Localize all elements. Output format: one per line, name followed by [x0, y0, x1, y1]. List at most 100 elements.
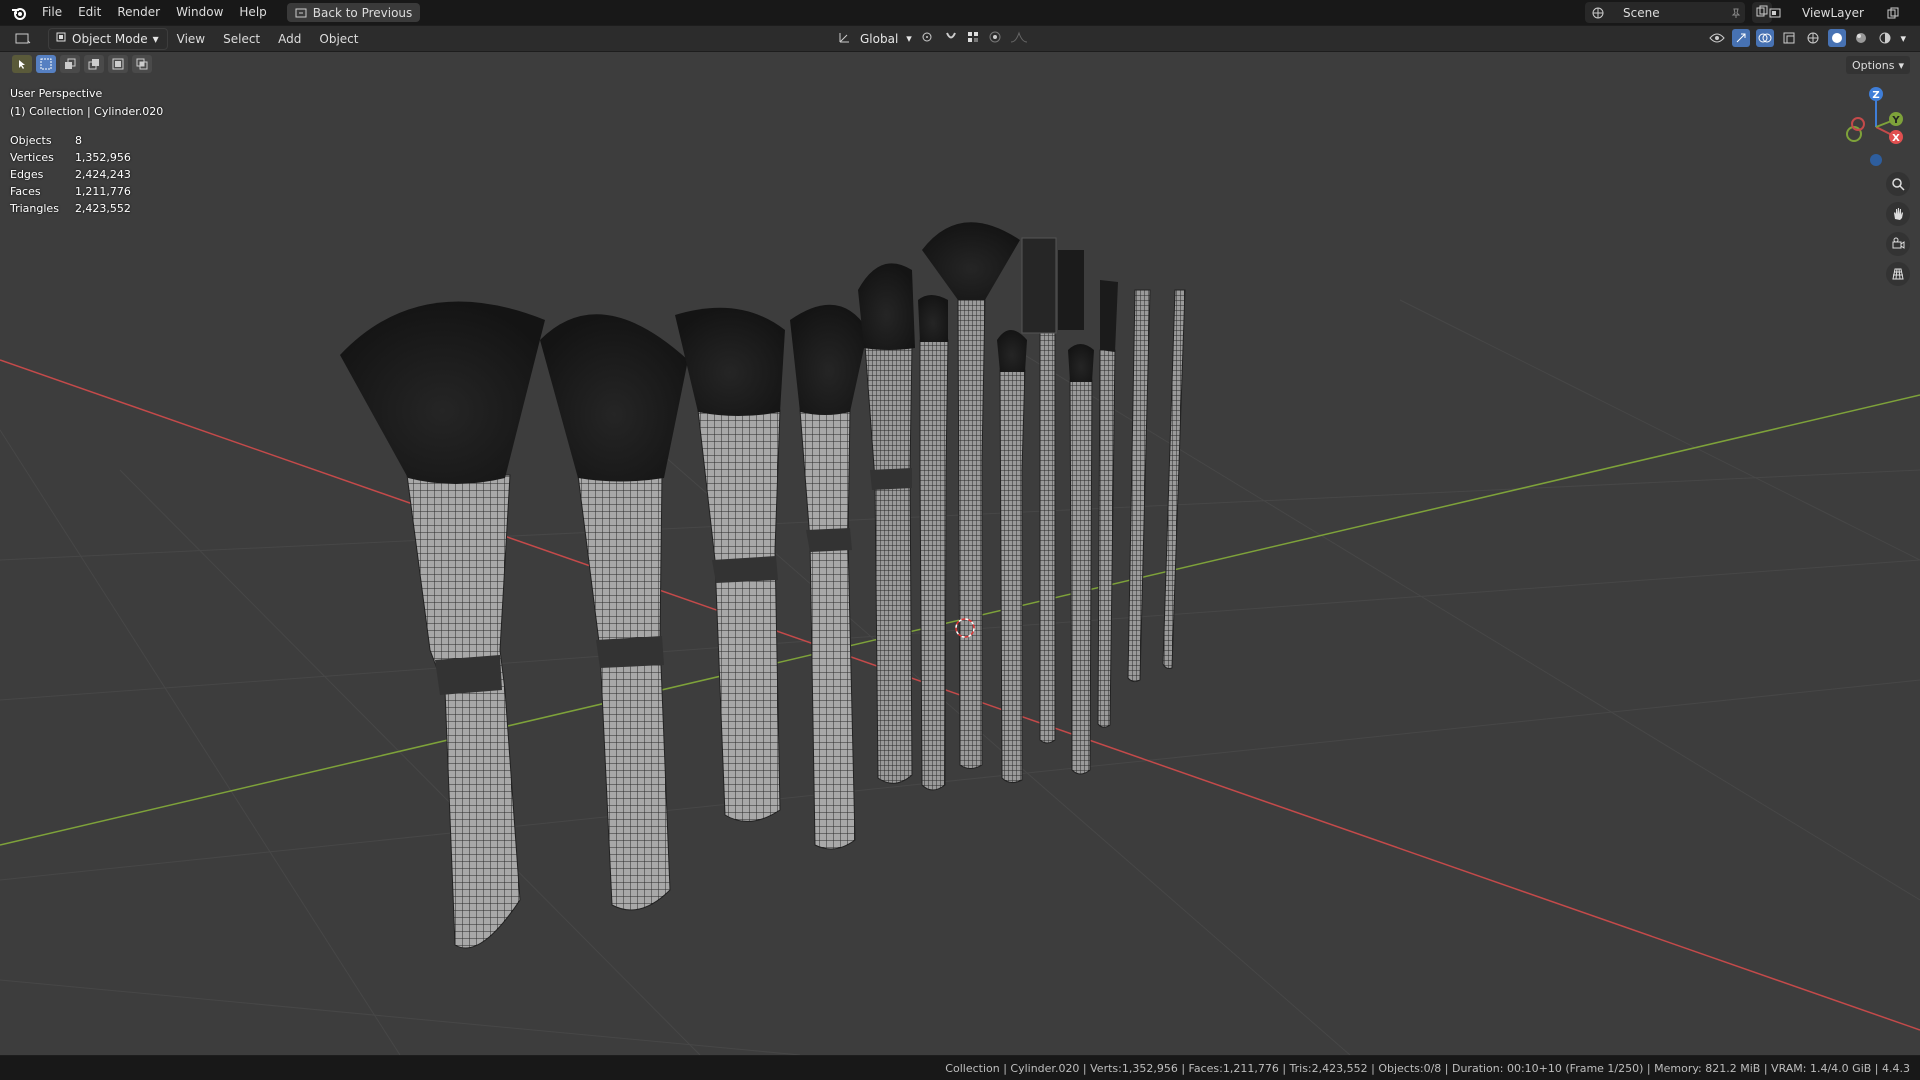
- falloff-icon[interactable]: [1010, 29, 1028, 48]
- stats-label: Edges: [10, 167, 44, 181]
- zoom-button[interactable]: [1886, 172, 1910, 196]
- gizmo-toggle-icon[interactable]: [1732, 29, 1751, 47]
- menu-render[interactable]: Render: [109, 0, 168, 25]
- viewlayer-selector[interactable]: ViewLayer: [1762, 2, 1902, 23]
- menu-file[interactable]: File: [34, 0, 70, 25]
- stats-label: Triangles: [10, 201, 59, 215]
- y-axis-label: Y: [1891, 115, 1900, 126]
- transform-controls: Global ▾: [838, 29, 1028, 48]
- orientation-icon: [838, 29, 852, 48]
- options-label: Options: [1852, 58, 1895, 72]
- z-axis-label: Z: [1872, 90, 1879, 101]
- scene-statistics: Objects 8 Vertices 1,352,956 Edges 2,424,24…: [10, 132, 147, 217]
- shading-controls: ▾: [1708, 29, 1906, 47]
- options-button[interactable]: Options ▾: [1846, 56, 1910, 74]
- cursor-icon: [19, 60, 25, 69]
- add-menu[interactable]: Add: [269, 32, 310, 46]
- stats-value: 2,423,552: [74, 201, 131, 215]
- stats-label: Faces: [10, 184, 41, 198]
- select-menu[interactable]: Select: [214, 32, 269, 46]
- select-invert-button[interactable]: [108, 55, 128, 73]
- chevron-down-icon: ▾: [1898, 58, 1904, 72]
- select-box-icon: [40, 58, 52, 70]
- menu-help[interactable]: Help: [231, 0, 274, 25]
- scene-name[interactable]: Scene: [1623, 6, 1660, 20]
- menu-window[interactable]: Window: [168, 0, 231, 25]
- rendered-shading-icon[interactable]: [1876, 29, 1894, 47]
- stats-value: 1,352,956: [74, 150, 131, 164]
- active-object-label: (1) Collection | Cylinder.020: [10, 105, 164, 118]
- brush-10[interactable]: [1068, 344, 1094, 775]
- pivot-icon[interactable]: [920, 29, 936, 48]
- 3d-viewport[interactable]: Options ▾ User Perspective (1) Collectio…: [0, 52, 1920, 1055]
- select-new-button[interactable]: [36, 55, 56, 73]
- magnifier-icon: [1892, 178, 1905, 191]
- snap-icon[interactable]: [944, 29, 958, 48]
- solid-shading-icon[interactable]: [1828, 29, 1847, 47]
- brush-1[interactable]: [340, 301, 545, 949]
- pan-button[interactable]: [1886, 202, 1910, 226]
- brush-6[interactable]: [918, 295, 949, 791]
- select-intersect-icon: [136, 58, 148, 70]
- screen-icon: [295, 8, 307, 17]
- neg-z-axis-handle[interactable]: [1870, 154, 1882, 166]
- blender-logo-icon[interactable]: [10, 4, 28, 22]
- brush-2[interactable]: [540, 314, 688, 911]
- tweak-tool-button[interactable]: [12, 55, 32, 73]
- overlays-icon[interactable]: [1756, 29, 1775, 47]
- hand-icon: [1894, 208, 1903, 220]
- stats-value: 8: [74, 133, 82, 147]
- select-subtract-icon: [88, 59, 99, 70]
- pin-icon[interactable]: [1727, 4, 1745, 22]
- brush-11[interactable]: [1097, 280, 1118, 728]
- select-subtract-button[interactable]: [84, 55, 104, 73]
- select-extend-button[interactable]: [60, 55, 80, 73]
- stats-value: 2,424,243: [74, 167, 131, 181]
- wireframe-shading-icon[interactable]: [1804, 29, 1822, 47]
- x-axis-label: X: [1892, 133, 1900, 144]
- object-mode-icon: [55, 31, 67, 46]
- xray-icon[interactable]: [1780, 29, 1798, 47]
- brush-3[interactable]: [675, 307, 785, 822]
- object-menu[interactable]: Object: [310, 32, 367, 46]
- chevron-down-icon[interactable]: ▾: [1900, 32, 1906, 45]
- brush-8[interactable]: [997, 330, 1027, 784]
- brush-5[interactable]: [858, 263, 915, 784]
- camera-view-button[interactable]: [1886, 232, 1910, 256]
- proportional-editing-icon[interactable]: [988, 29, 1002, 48]
- menu-edit[interactable]: Edit: [70, 0, 109, 25]
- stats-row: Triangles 2,423,552: [10, 200, 147, 217]
- select-invert-icon: [112, 58, 124, 70]
- select-intersect-button[interactable]: [132, 55, 152, 73]
- scene-selector[interactable]: Scene: [1585, 2, 1745, 23]
- material-shading-icon[interactable]: [1852, 29, 1870, 47]
- status-info: Collection | Cylinder.020 | Verts:1,352,…: [945, 1061, 1910, 1075]
- viewlayer-icon: [1766, 4, 1784, 22]
- navigation-gizmo[interactable]: Z Y X: [1836, 82, 1906, 172]
- brush-13[interactable]: [1162, 289, 1186, 669]
- projection-toggle-button[interactable]: [1886, 262, 1910, 286]
- view-menu[interactable]: View: [168, 32, 214, 46]
- stats-row: Objects 8: [10, 132, 147, 149]
- viewlayer-name[interactable]: ViewLayer: [1802, 6, 1864, 20]
- copy-icon[interactable]: [1884, 4, 1902, 22]
- snap-increment-icon[interactable]: [966, 29, 980, 48]
- stats-row: Vertices 1,352,956: [10, 149, 147, 166]
- scene-icon: [1589, 4, 1607, 22]
- back-to-previous-button[interactable]: Back to Previous: [286, 3, 421, 22]
- chevron-down-icon: ▾: [152, 31, 159, 46]
- stats-value: 1,211,776: [74, 184, 131, 198]
- visibility-icon[interactable]: [1708, 29, 1726, 47]
- object-mode-select[interactable]: Object Mode ▾: [48, 27, 168, 50]
- view-perspective-label: User Perspective: [10, 87, 103, 100]
- viewport-scene[interactable]: [0, 52, 1920, 1055]
- stats-label: Vertices: [10, 150, 54, 164]
- brush-12[interactable]: [1127, 289, 1151, 683]
- orientation-select[interactable]: Global: [860, 32, 898, 46]
- chevron-down-icon: ▾: [906, 32, 912, 45]
- brush-4[interactable]: [790, 304, 868, 850]
- stats-label: Objects: [10, 133, 52, 147]
- grid-icon: [1892, 268, 1904, 280]
- editor-type-icon[interactable]: [14, 30, 32, 48]
- status-bar: Collection | Cylinder.020 | Verts:1,352,…: [0, 1056, 1920, 1080]
